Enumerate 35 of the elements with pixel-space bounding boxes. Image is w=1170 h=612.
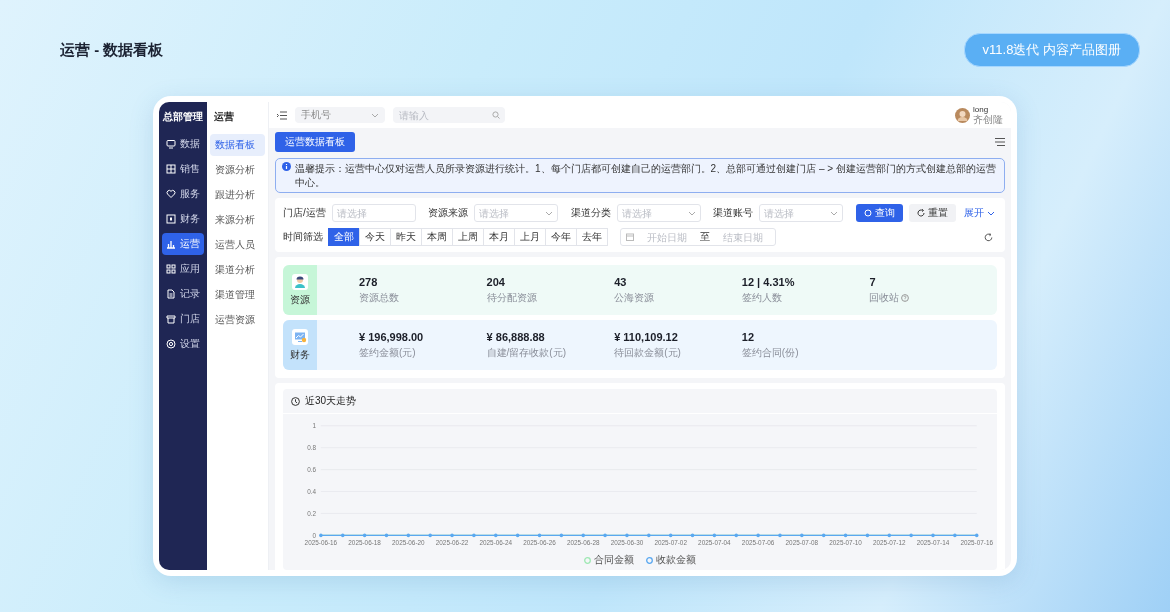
stat-label: 签约金额(元): [359, 345, 416, 360]
stat-label: 回收站: [869, 290, 900, 305]
category-label: 财务: [290, 347, 310, 362]
stat-label: 待分配资源: [486, 290, 537, 305]
stat-value: ¥ 110,109.12: [614, 330, 679, 343]
stat-label: 资源总数: [359, 290, 399, 305]
version-badge: v11.8迭代 内容产品图册: [963, 33, 1140, 67]
filter-label: 时间筛选: [283, 230, 323, 244]
stat-label: 待回款金额(元): [614, 345, 681, 360]
stat-value: ¥ 196,998.00: [359, 330, 425, 343]
filter-label: 门店/运营: [283, 206, 326, 220]
stat-value: 278: [359, 275, 379, 288]
legend-label: 收款金额: [656, 553, 696, 567]
submenu-title: 运营: [213, 110, 235, 124]
brand-title: 总部管理: [162, 110, 204, 124]
stat-value: 204: [486, 275, 506, 288]
stat-value: 12 | 4.31%: [741, 275, 796, 288]
filter-label: 渠道分类: [570, 206, 611, 220]
stat-label: 公海资源: [614, 290, 655, 305]
stat-value: 7: [869, 275, 877, 288]
category-label: 资源: [290, 292, 310, 307]
stat-value: 12: [741, 330, 756, 343]
page-title: 运营 - 数据看板: [60, 40, 164, 60]
legend-label: 合同金额: [594, 553, 634, 567]
stat-value: ¥ 86,888.88: [486, 330, 546, 343]
filter-label: 资源来源: [428, 206, 469, 220]
user-name: long: [973, 105, 989, 114]
notice-text: 温馨提示：运营中心仅对运营人员所录资源进行统计。1、每个门店都可创建自己的运营部门。2、总部可通过创建门店 – > 创建运营部门的方式创建总部的运营中心。: [295, 162, 997, 189]
user-role: 齐创隆: [973, 113, 1003, 125]
stat-label: 签约人数: [741, 290, 782, 305]
stat-label: 自建/留存收款(元): [486, 345, 567, 360]
stat-value: 43: [614, 275, 628, 288]
stat-label: 签约合同(份): [741, 345, 799, 360]
filter-label: 渠道账号: [713, 206, 754, 220]
chart-title: 近30天走势: [305, 394, 357, 408]
